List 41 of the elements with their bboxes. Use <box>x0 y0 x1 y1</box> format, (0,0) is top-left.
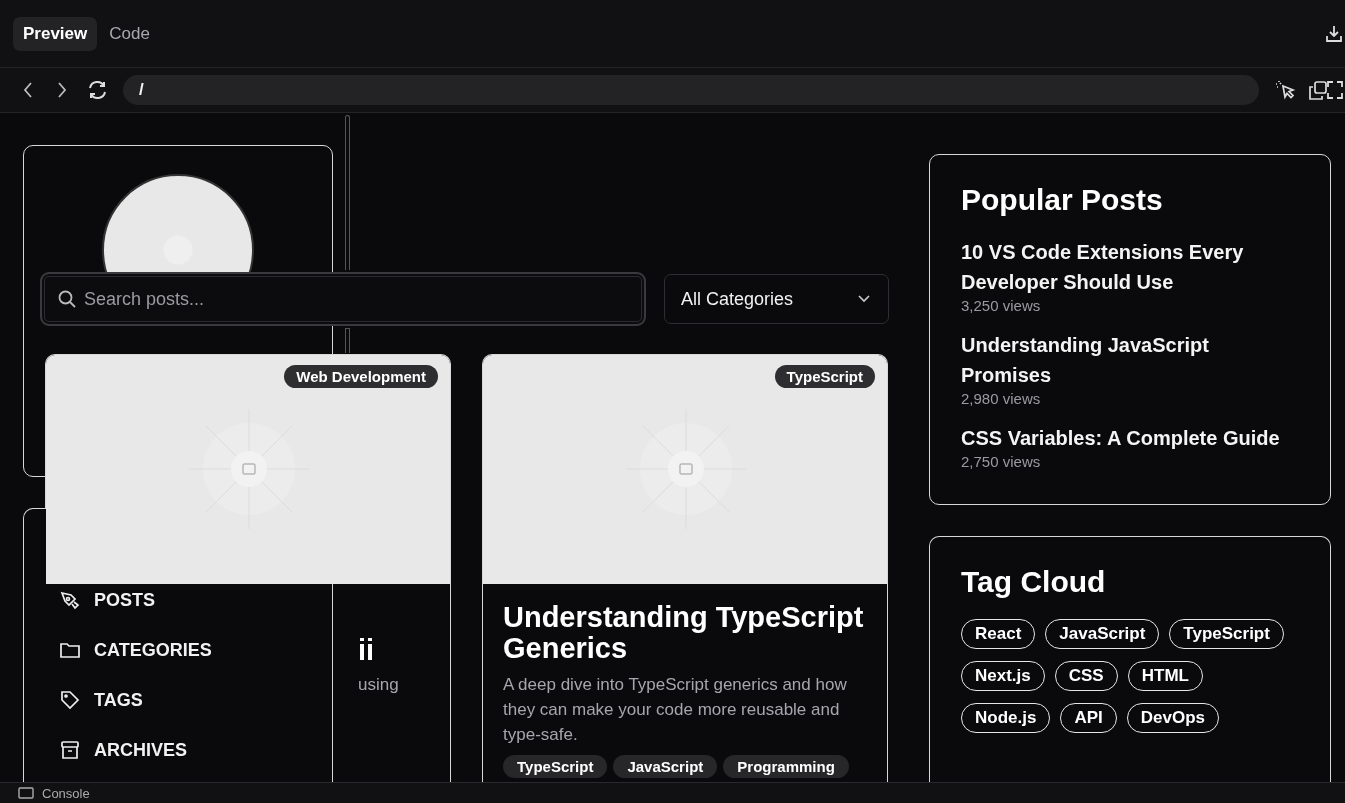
post-excerpt: A deep dive into TypeScript generics and how they can make your code more reusable and type-safe. <box>503 674 848 746</box>
post-tag[interactable]: Programming <box>723 755 849 778</box>
chevron-down-icon <box>858 295 870 303</box>
nav-link[interactable]: TAGS <box>60 689 332 711</box>
forward-icon[interactable] <box>56 81 68 99</box>
post-title[interactable]: Understanding TypeScript Generics <box>503 602 867 664</box>
console-icon <box>18 787 34 799</box>
card-heading: Popular Posts <box>961 183 1164 217</box>
popular-post-link[interactable]: 10 VS Code Extensions Every Developer Should Use <box>961 237 1286 297</box>
refresh-icon[interactable] <box>87 80 108 100</box>
popular-post-link[interactable]: Understanding JavaScript Promises <box>961 330 1286 390</box>
category-badge: Web Development <box>284 365 438 388</box>
search-icon <box>58 290 76 308</box>
pointer-icon[interactable] <box>1274 80 1296 100</box>
tab[interactable]: Preview <box>13 16 98 51</box>
card-heading: Tag Cloud <box>961 564 1107 599</box>
nav-link[interactable]: CATEGORIES <box>60 639 332 661</box>
post-tag[interactable]: JavaScript <box>613 755 718 778</box>
nav-link[interactable]: POSTS <box>60 589 332 611</box>
back-icon[interactable] <box>22 81 34 99</box>
view-count: 2,980 views <box>961 390 1042 408</box>
address-field[interactable]: / <box>123 75 1259 105</box>
category-select[interactable]: All Categories <box>664 274 889 324</box>
category-badge: TypeScript <box>774 365 875 388</box>
popular-post-link[interactable]: CSS Variables: A Complete Guide <box>961 423 1286 453</box>
view-count: 2,750 views <box>961 453 1042 471</box>
post-excerpt: using <box>358 674 400 696</box>
pen-icon <box>60 590 80 610</box>
nav-link[interactable]: ARCHIVES <box>60 739 332 761</box>
post-tag[interactable]: TypeScript <box>503 755 608 778</box>
view-count: 3,250 views <box>961 297 1042 315</box>
tab[interactable]: Code <box>99 16 160 51</box>
tag-icon <box>60 690 80 710</box>
archive-icon <box>60 741 80 759</box>
download-icon[interactable] <box>1325 24 1343 43</box>
post-card[interactable]: TypeScript Understanding TypeScript Generics A deep dive into TypeScript generics and how they can make your code more reusable and type-safe. TypeScript JavaScript Programming <box>482 354 888 782</box>
post-title[interactable]: ii <box>358 633 430 667</box>
folder-icon <box>60 641 80 659</box>
console-tab[interactable]: Console <box>42 785 90 801</box>
expand-icon[interactable] <box>1327 81 1343 99</box>
copy-icon[interactable] <box>1308 80 1327 100</box>
